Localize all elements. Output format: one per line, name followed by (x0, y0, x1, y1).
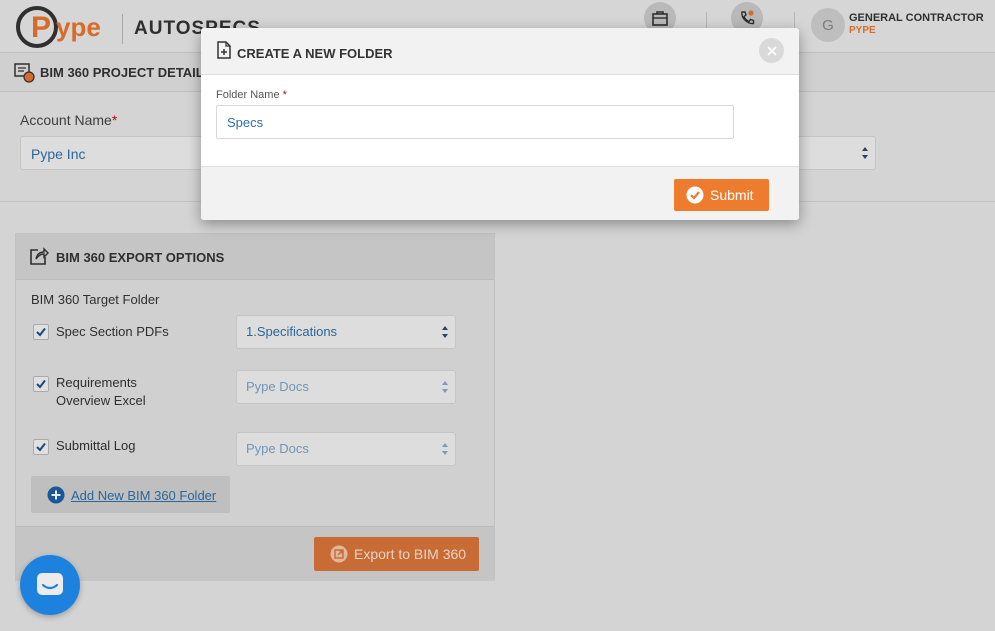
close-modal-button[interactable] (759, 38, 784, 63)
folder-name-input[interactable] (216, 105, 734, 139)
modal-header: CREATE A NEW FOLDER (201, 28, 799, 75)
create-folder-modal: CREATE A NEW FOLDER Folder Name * Submit (201, 28, 799, 220)
new-file-icon (217, 41, 231, 59)
check-circle-icon (686, 186, 704, 204)
submit-button[interactable]: Submit (674, 179, 769, 211)
folder-name-label: Folder Name * (216, 89, 287, 101)
modal-title: CREATE A NEW FOLDER (237, 46, 393, 61)
close-icon (766, 45, 777, 56)
submit-label: Submit (710, 187, 754, 203)
modal-footer: Submit (201, 166, 799, 220)
